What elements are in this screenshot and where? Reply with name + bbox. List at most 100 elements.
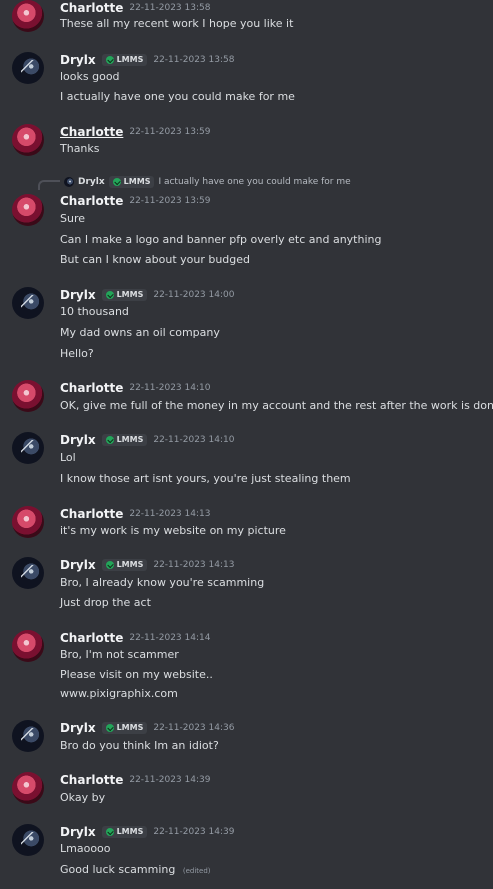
username[interactable]: Charlotte (60, 507, 123, 521)
edited-label: (edited) (182, 867, 211, 875)
check-icon (112, 178, 121, 186)
timestamp: 22-11-2023 14:10 (129, 383, 211, 393)
username[interactable]: Charlotte (60, 194, 123, 208)
reply-connector (38, 180, 60, 190)
username[interactable]: Charlotte (60, 125, 123, 139)
timestamp: 22-11-2023 14:00 (153, 290, 235, 300)
message-text: OK, give me full of the money in my acco… (60, 399, 493, 412)
avatar[interactable] (12, 630, 44, 662)
username[interactable]: Charlotte (60, 773, 123, 787)
avatar[interactable] (12, 557, 44, 589)
message-header: Charlotte 22-11-2023 14:14 (60, 630, 210, 646)
message-text: Bro, I already know you're scamming (60, 576, 265, 589)
reply-tag-label: LMMS (123, 177, 151, 186)
message-text: Okay by (60, 791, 106, 804)
message-text: Can I make a logo and banner pfp overly … (60, 233, 382, 246)
timestamp: 22-11-2023 14:13 (129, 509, 211, 519)
server-tag-label: LMMS (116, 55, 144, 64)
message-text: Bro, I'm not scammer (60, 648, 179, 661)
server-tag-badge[interactable]: LMMS (101, 434, 148, 446)
message-text: Sure (60, 212, 86, 225)
avatar[interactable] (12, 380, 44, 412)
timestamp: 22-11-2023 14:13 (153, 560, 235, 570)
message-text: My dad owns an oil company (60, 326, 220, 339)
message-header: Drylx LMMS 22-11-2023 13:58 (60, 52, 234, 68)
message-text: it's my work is my website on my picture (60, 524, 286, 537)
message-text: looks good (60, 70, 120, 83)
message-header: Drylx LMMS 22-11-2023 14:00 (60, 287, 234, 303)
timestamp: 22-11-2023 13:59 (129, 127, 211, 137)
server-tag-badge[interactable]: LMMS (101, 826, 148, 838)
server-tag-badge[interactable]: LMMS (101, 54, 148, 66)
message-text: Good luck scamming (edited) (60, 862, 211, 879)
message-text: These all my recent work I hope you like… (60, 17, 294, 30)
message-header: Charlotte 22-11-2023 13:59 (60, 124, 210, 140)
timestamp: 22-11-2023 14:36 (153, 723, 235, 733)
server-tag-badge[interactable]: LMMS (101, 289, 148, 301)
timestamp: 22-11-2023 14:14 (129, 633, 211, 643)
message-header: Drylx LMMS 22-11-2023 14:10 (60, 432, 234, 448)
reply-avatar (64, 177, 74, 187)
message-text: 10 thousand (60, 305, 129, 318)
avatar[interactable] (12, 124, 44, 156)
timestamp: 22-11-2023 13:58 (129, 3, 211, 13)
timestamp: 22-11-2023 14:39 (129, 775, 211, 785)
message-header: Drylx LMMS 22-11-2023 14:36 (60, 720, 234, 736)
username[interactable]: Charlotte (60, 1, 123, 15)
message-header: Charlotte 22-11-2023 14:13 (60, 506, 210, 522)
check-icon (105, 56, 114, 64)
username[interactable]: Charlotte (60, 381, 123, 395)
message-header: Charlotte 22-11-2023 14:10 (60, 380, 210, 396)
message-text: Just drop the act (60, 596, 151, 609)
avatar[interactable] (12, 0, 44, 32)
timestamp: 22-11-2023 14:10 (153, 435, 235, 445)
message-header: Drylx LMMS 22-11-2023 14:39 (60, 824, 234, 840)
avatar[interactable] (12, 720, 44, 752)
avatar[interactable] (12, 52, 44, 84)
server-tag-label: LMMS (116, 723, 144, 732)
reply-text: I actually have one you could make for m… (158, 177, 351, 187)
username[interactable]: Drylx (60, 288, 96, 302)
timestamp: 22-11-2023 13:58 (153, 55, 235, 65)
timestamp: 22-11-2023 13:59 (129, 196, 211, 206)
reply-reference[interactable]: Drylx LMMS I actually have one you could… (38, 174, 351, 190)
message-text: I know those art isnt yours, you're just… (60, 472, 351, 485)
message-text: Lmaoooo (60, 842, 111, 855)
avatar[interactable] (12, 772, 44, 804)
message-text: I actually have one you could make for m… (60, 90, 295, 103)
reply-username: Drylx (78, 177, 105, 187)
message-text-body: Good luck scamming (60, 863, 176, 876)
check-icon (105, 436, 114, 444)
username[interactable]: Drylx (60, 433, 96, 447)
avatar[interactable] (12, 824, 44, 856)
username[interactable]: Drylx (60, 53, 96, 67)
check-icon (105, 724, 114, 732)
server-tag-label: LMMS (116, 827, 144, 836)
message-header: Charlotte 22-11-2023 14:39 (60, 772, 210, 788)
server-tag-badge[interactable]: LMMS (101, 559, 148, 571)
server-tag-label: LMMS (116, 435, 144, 444)
message-header: Drylx LMMS 22-11-2023 14:13 (60, 557, 234, 573)
avatar[interactable] (12, 287, 44, 319)
server-tag-badge[interactable]: LMMS (101, 722, 148, 734)
check-icon (105, 561, 114, 569)
message-header: Charlotte 22-11-2023 13:58 (60, 0, 210, 16)
avatar[interactable] (12, 432, 44, 464)
message-text: Please visit on my website.. (60, 668, 213, 681)
username[interactable]: Charlotte (60, 631, 123, 645)
message-text: Bro do you think Im an idiot? (60, 739, 219, 752)
message-text: But can I know about your budged (60, 253, 251, 266)
message-text: Hello? (60, 347, 94, 360)
username[interactable]: Drylx (60, 721, 96, 735)
timestamp: 22-11-2023 14:39 (153, 827, 235, 837)
message-header: Charlotte 22-11-2023 13:59 (60, 193, 210, 209)
check-icon (105, 291, 114, 299)
server-tag-label: LMMS (116, 290, 144, 299)
reply-server-tag: LMMS (108, 176, 155, 188)
username[interactable]: Drylx (60, 825, 96, 839)
message-text: www.pixigraphix.com (60, 687, 178, 700)
avatar[interactable] (12, 506, 44, 538)
message-text: Thanks (60, 142, 100, 155)
username[interactable]: Drylx (60, 558, 96, 572)
avatar[interactable] (12, 194, 44, 226)
